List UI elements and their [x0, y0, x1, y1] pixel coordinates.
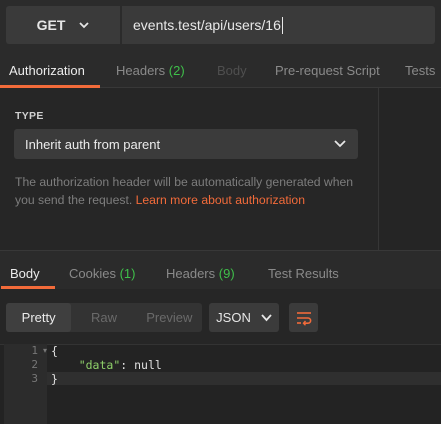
tab-response-headers[interactable]: Headers (9) — [166, 251, 235, 289]
format-label: JSON — [216, 310, 251, 325]
view-pretty-button[interactable]: Pretty — [6, 303, 72, 332]
method-label: GET — [36, 17, 66, 33]
code-line: } — [51, 372, 58, 386]
tab-test-results[interactable]: Test Results — [268, 251, 339, 289]
learn-more-link[interactable]: Learn more about authorization — [136, 193, 305, 207]
code-lines: { "data": null } — [0, 344, 441, 424]
tab-response-body[interactable]: Body — [1, 251, 55, 289]
chevron-down-icon — [261, 313, 272, 321]
view-raw-button[interactable]: Raw — [71, 303, 136, 332]
code-line: "data": null — [51, 358, 162, 372]
chevron-down-icon — [79, 22, 90, 29]
view-preview-button[interactable]: Preview — [137, 303, 202, 332]
auth-description: The authorization header will be automat… — [15, 175, 354, 207]
headers-count: (2) — [168, 63, 185, 78]
text-caret — [281, 16, 283, 34]
tab-body[interactable]: Body — [217, 56, 247, 88]
method-dropdown[interactable]: GET — [6, 6, 120, 44]
side-panel — [378, 88, 441, 250]
code-line: { — [51, 344, 58, 358]
tab-authorization[interactable]: Authorization — [0, 56, 100, 88]
tab-pre-request-script[interactable]: Pre-request Script — [275, 56, 380, 88]
auth-type-value: Inherit auth from parent — [25, 136, 161, 152]
auth-type-label: TYPE — [15, 110, 44, 122]
wrap-lines-icon — [296, 311, 311, 326]
view-mode-segment: Pretty Raw Preview — [6, 303, 202, 332]
authorization-panel — [0, 88, 378, 250]
format-dropdown[interactable]: JSON — [209, 303, 279, 332]
chevron-down-icon — [334, 140, 346, 148]
response-tabs: Body Cookies (1) Headers (9) Test Result… — [0, 251, 441, 289]
request-tabs: Authorization Headers (2) Body Pre-reque… — [0, 56, 441, 88]
tab-tests[interactable]: Tests — [405, 56, 435, 88]
auth-type-select[interactable]: Inherit auth from parent — [14, 129, 358, 159]
tab-headers[interactable]: Headers (2) — [116, 56, 185, 88]
json-value: : null — [120, 358, 162, 372]
url-text: events.test/api/users/16 — [133, 17, 281, 33]
wrap-lines-button[interactable] — [289, 303, 318, 332]
url-input[interactable]: events.test/api/users/16 — [122, 6, 435, 44]
response-headers-count: (9) — [218, 266, 235, 281]
tab-cookies[interactable]: Cookies (1) — [69, 251, 135, 289]
cookies-count: (1) — [119, 266, 136, 281]
json-key: "data" — [78, 358, 121, 372]
